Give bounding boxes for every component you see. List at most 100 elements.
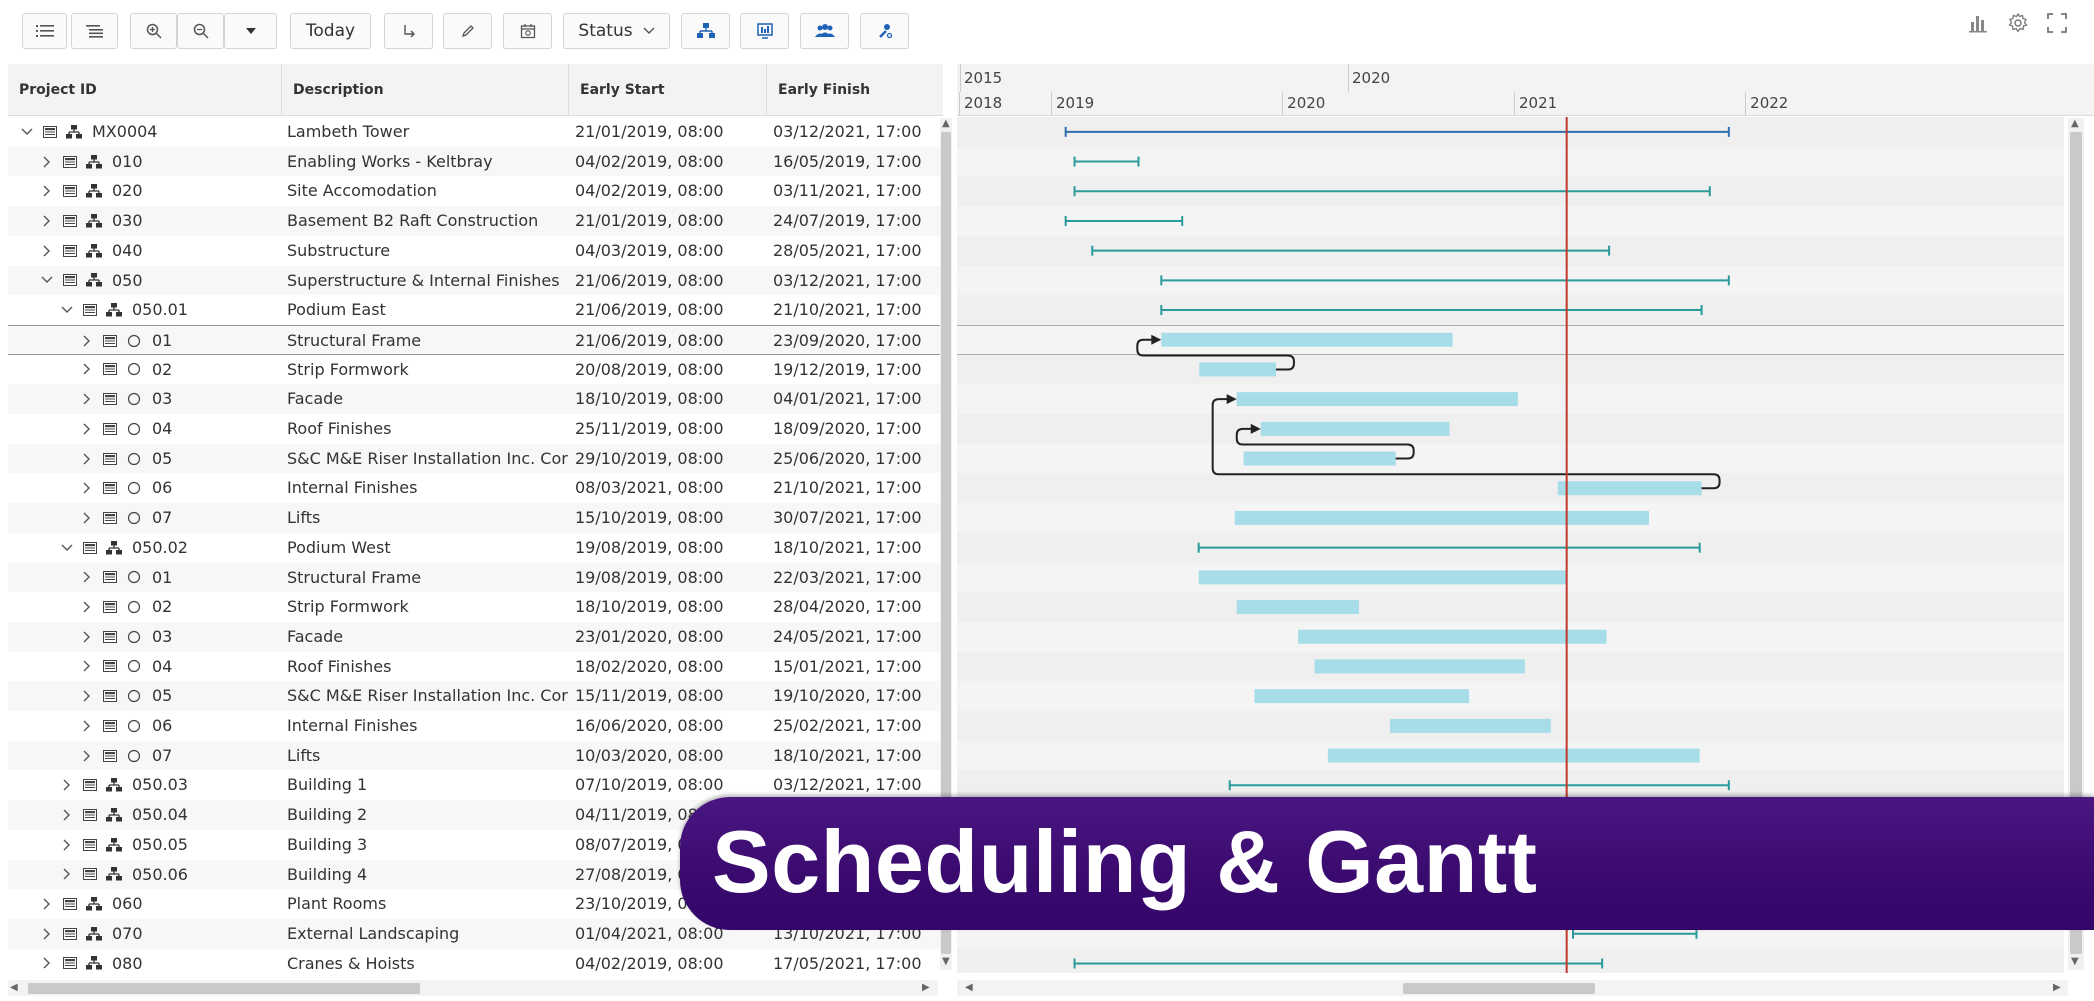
chevron-right-icon[interactable] bbox=[78, 360, 96, 378]
chevron-right-icon[interactable] bbox=[58, 806, 76, 824]
table-row[interactable]: 080 Cranes & Hoists 04/02/2019, 08:00 17/05… bbox=[8, 949, 943, 979]
chevron-right-icon[interactable] bbox=[58, 865, 76, 883]
edit-button[interactable] bbox=[443, 13, 492, 49]
column-header-project-id[interactable]: Project ID bbox=[8, 64, 282, 116]
chevron-right-icon[interactable] bbox=[78, 332, 96, 350]
table-row[interactable]: 03 Facade 23/01/2020, 08:00 24/05/2021, 17:… bbox=[8, 621, 943, 652]
task-bar[interactable] bbox=[1298, 629, 1607, 644]
outline-view-button[interactable] bbox=[71, 13, 118, 49]
table-row[interactable]: 020 Site Accomodation 04/02/2019, 08:00 03/… bbox=[8, 176, 943, 206]
zoom-dropdown-button[interactable] bbox=[224, 13, 277, 49]
table-row[interactable]: 050 Superstructure & Internal Finishes 21/… bbox=[8, 265, 943, 296]
gantt-horizontal-scroll-thumb[interactable] bbox=[1403, 983, 1595, 994]
task-bar[interactable] bbox=[1243, 451, 1396, 466]
chevron-right-icon[interactable] bbox=[78, 420, 96, 438]
scroll-down-arrow-icon[interactable]: ▼ bbox=[942, 956, 950, 967]
chevron-right-icon[interactable] bbox=[78, 390, 96, 408]
task-bar[interactable] bbox=[1557, 481, 1702, 496]
gantt-scroll-up-arrow-icon[interactable]: ▲ bbox=[2071, 118, 2079, 129]
column-header-early-start[interactable]: Early Start bbox=[569, 64, 767, 116]
list-view-button[interactable] bbox=[22, 13, 67, 49]
summary-bar[interactable] bbox=[1091, 245, 1611, 256]
calendar-button[interactable] bbox=[503, 13, 552, 49]
zoom-in-button[interactable] bbox=[130, 13, 177, 49]
table-row[interactable]: 040 Substructure 04/03/2019, 08:00 28/05/20… bbox=[8, 236, 943, 266]
chevron-right-icon[interactable] bbox=[78, 687, 96, 705]
settings-tool-button[interactable] bbox=[860, 13, 909, 49]
summary-bar[interactable] bbox=[1197, 542, 1701, 553]
grid-horizontal-scrollbar[interactable]: ◀ ▶ bbox=[8, 980, 938, 996]
table-row[interactable]: 06 Internal Finishes 08/03/2021, 08:00 21/1… bbox=[8, 473, 943, 503]
chevron-right-icon[interactable] bbox=[78, 479, 96, 497]
table-row[interactable]: 03 Facade 18/10/2019, 08:00 04/01/2021, 17:… bbox=[8, 384, 943, 414]
chevron-right-icon[interactable] bbox=[38, 925, 56, 943]
column-header-early-finish[interactable]: Early Finish bbox=[767, 64, 943, 116]
table-row[interactable]: 050.03 Building 1 07/10/2019, 08:00 03/12/2… bbox=[8, 770, 943, 800]
task-bar[interactable] bbox=[1260, 421, 1450, 436]
chevron-right-icon[interactable] bbox=[38, 242, 56, 260]
chevron-right-icon[interactable] bbox=[38, 153, 56, 171]
task-bar[interactable] bbox=[1161, 332, 1453, 347]
table-row[interactable]: 01 Structural Frame 21/06/2019, 08:00 23/09… bbox=[8, 324, 943, 355]
grid-horizontal-scroll-thumb[interactable] bbox=[28, 983, 420, 994]
table-row[interactable]: MX0004 Lambeth Tower 21/01/2019, 08:00 03/1… bbox=[8, 117, 943, 147]
chevron-down-icon[interactable] bbox=[58, 301, 76, 319]
table-row[interactable]: 02 Strip Formwork 18/10/2019, 08:00 28/04/2… bbox=[8, 592, 943, 622]
summary-bar[interactable] bbox=[1064, 215, 1184, 226]
chart-view-button[interactable] bbox=[1968, 12, 1990, 34]
table-row[interactable]: 01 Structural Frame 19/08/2019, 08:00 22/03… bbox=[8, 562, 943, 593]
baseline-button[interactable] bbox=[740, 13, 789, 49]
task-bar[interactable] bbox=[1327, 748, 1700, 763]
table-row[interactable]: 02 Strip Formwork 20/08/2019, 08:00 19/12/2… bbox=[8, 355, 943, 385]
task-bar[interactable] bbox=[1254, 689, 1470, 704]
chevron-down-icon[interactable] bbox=[58, 539, 76, 557]
table-row[interactable]: 05 S&C M&E Riser Installation Inc. Corr..… bbox=[8, 681, 943, 711]
summary-bar[interactable] bbox=[1073, 156, 1140, 167]
table-row[interactable]: 030 Basement B2 Raft Construction 21/01/20… bbox=[8, 206, 943, 236]
gantt-scroll-right-arrow-icon[interactable]: ▶ bbox=[2053, 982, 2061, 993]
scroll-up-arrow-icon[interactable]: ▲ bbox=[942, 118, 950, 129]
resources-button[interactable] bbox=[800, 13, 849, 49]
table-row[interactable]: 06 Internal Finishes 16/06/2020, 08:00 25/0… bbox=[8, 711, 943, 741]
task-bar[interactable] bbox=[1234, 510, 1650, 525]
summary-bar[interactable] bbox=[1160, 305, 1703, 316]
chevron-right-icon[interactable] bbox=[78, 657, 96, 675]
task-bar[interactable] bbox=[1199, 362, 1276, 377]
summary-bar[interactable] bbox=[1228, 780, 1730, 791]
chevron-right-icon[interactable] bbox=[38, 182, 56, 200]
table-row[interactable]: 04 Roof Finishes 18/02/2020, 08:00 15/01/20… bbox=[8, 652, 943, 682]
table-row[interactable]: 07 Lifts 15/10/2019, 08:00 30/07/2021, 17:0… bbox=[8, 503, 943, 533]
chevron-right-icon[interactable] bbox=[58, 776, 76, 794]
task-bar[interactable] bbox=[1236, 600, 1359, 615]
chevron-right-icon[interactable] bbox=[78, 598, 96, 616]
settings-button[interactable] bbox=[2007, 12, 2029, 34]
task-bar[interactable] bbox=[1198, 570, 1567, 585]
chevron-down-icon[interactable] bbox=[38, 271, 56, 289]
summary-bar[interactable] bbox=[1572, 928, 1698, 939]
table-row[interactable]: 010 Enabling Works - Keltbray 04/02/2019, … bbox=[8, 146, 943, 177]
scroll-right-arrow-icon[interactable]: ▶ bbox=[922, 982, 930, 993]
column-header-description[interactable]: Description bbox=[282, 64, 569, 116]
gantt-scroll-down-arrow-icon[interactable]: ▼ bbox=[2071, 956, 2079, 967]
table-row[interactable]: 050.01 Podium East 21/06/2019, 08:00 21/10/… bbox=[8, 295, 943, 325]
table-row[interactable]: 07 Lifts 10/03/2020, 08:00 18/10/2021, 17:0… bbox=[8, 740, 943, 771]
wbs-button[interactable] bbox=[681, 13, 730, 49]
table-row[interactable]: 050.02 Podium West 19/08/2019, 08:00 18/10/… bbox=[8, 533, 943, 563]
chevron-right-icon[interactable] bbox=[78, 717, 96, 735]
chevron-down-icon[interactable] bbox=[18, 123, 36, 141]
gantt-scroll-left-arrow-icon[interactable]: ◀ bbox=[965, 982, 973, 993]
task-bar[interactable] bbox=[1314, 659, 1525, 674]
today-button[interactable]: Today bbox=[290, 13, 371, 49]
chevron-right-icon[interactable] bbox=[78, 747, 96, 765]
chevron-right-icon[interactable] bbox=[38, 954, 56, 972]
table-row[interactable]: 05 S&C M&E Riser Installation Inc. Corr..… bbox=[8, 443, 943, 474]
summary-bar[interactable] bbox=[1073, 958, 1604, 969]
table-row[interactable]: 04 Roof Finishes 25/11/2019, 08:00 18/09/20… bbox=[8, 414, 943, 444]
summary-bar[interactable] bbox=[1064, 126, 1730, 137]
zoom-out-button[interactable] bbox=[177, 13, 224, 49]
chevron-right-icon[interactable] bbox=[58, 836, 76, 854]
chevron-right-icon[interactable] bbox=[78, 568, 96, 586]
task-bar[interactable] bbox=[1236, 392, 1518, 407]
task-bar[interactable] bbox=[1389, 718, 1551, 733]
chevron-right-icon[interactable] bbox=[78, 509, 96, 527]
